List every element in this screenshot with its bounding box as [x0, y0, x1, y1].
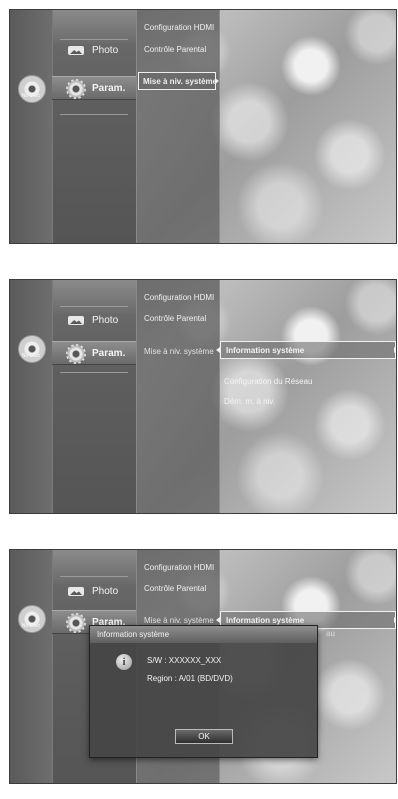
submenu-item-system-upgrade[interactable]: Mise à niv. système — [138, 72, 217, 90]
photo-icon — [68, 316, 84, 325]
submenu-item-system-upgrade[interactable]: Mise à niv. système — [144, 347, 214, 356]
main-item-label: Photo — [92, 314, 119, 326]
chevron-right-icon — [394, 347, 396, 353]
info-icon: i — [116, 654, 132, 670]
main-item-photo[interactable]: Photo — [52, 39, 136, 61]
photo-icon — [68, 46, 84, 55]
left-column — [10, 10, 52, 243]
chevron-right-icon — [215, 78, 219, 84]
disc-status-label: No Disc — [21, 623, 41, 629]
menu-screen-1: No Disc Photo Param. Configuration HDMI … — [9, 9, 397, 244]
submenu-item-system-upgrade[interactable]: Mise à niv. système — [144, 616, 214, 625]
main-item-label: Param. — [92, 347, 126, 359]
gear-icon — [66, 79, 86, 99]
disc-status-label: No Disc — [21, 93, 41, 99]
menu-divider — [60, 372, 128, 373]
main-item-settings[interactable]: Param. — [52, 341, 136, 365]
submenu-item-parental[interactable]: Contrôle Parental — [144, 314, 206, 323]
disc-status-label: No Disc — [21, 353, 41, 359]
upgrade-item-system-info[interactable]: Information système — [220, 341, 396, 359]
left-column — [10, 280, 52, 513]
system-info-dialog: Information système i S/W : XXXXXX_XXX R… — [89, 625, 318, 758]
dialog-title: Information système — [90, 626, 317, 643]
main-item-label: Photo — [92, 585, 119, 597]
menu-divider — [60, 114, 128, 115]
gear-icon — [66, 613, 86, 633]
submenu-item-parental[interactable]: Contrôle Parental — [144, 584, 206, 593]
chevron-left-icon — [216, 617, 220, 623]
left-column — [10, 550, 52, 783]
menu-screen-2: No Disc Photo Param. Configuration HDMI … — [9, 279, 397, 514]
main-item-label: Photo — [92, 44, 119, 56]
photo-icon — [68, 587, 84, 596]
upgrade-item-network-config[interactable]: Configuration du Réseau — [224, 377, 313, 386]
ok-button[interactable]: OK — [175, 729, 233, 744]
software-version-text: S/W : XXXXXX_XXX — [147, 656, 222, 665]
submenu-item-hdmi[interactable]: Configuration HDMI — [144, 23, 214, 32]
menu-divider — [60, 576, 128, 577]
main-item-photo[interactable]: Photo — [52, 580, 136, 602]
menu-divider — [60, 306, 128, 307]
region-text: Region : A/01 (BD/DVD) — [147, 674, 233, 683]
chevron-right-icon — [394, 617, 396, 623]
upgrade-item-network-config[interactable]: au — [326, 629, 335, 638]
submenu-item-parental[interactable]: Contrôle Parental — [144, 45, 206, 54]
main-item-label: Param. — [92, 82, 126, 94]
gear-icon — [66, 344, 86, 364]
main-item-photo[interactable]: Photo — [52, 309, 136, 331]
main-item-settings[interactable]: Param. — [52, 76, 136, 100]
upgrade-item-network-start[interactable]: Dém. m. à niv. — [224, 397, 275, 406]
submenu-item-hdmi[interactable]: Configuration HDMI — [144, 293, 214, 302]
chevron-left-icon — [216, 347, 220, 353]
submenu-item-hdmi[interactable]: Configuration HDMI — [144, 563, 214, 572]
